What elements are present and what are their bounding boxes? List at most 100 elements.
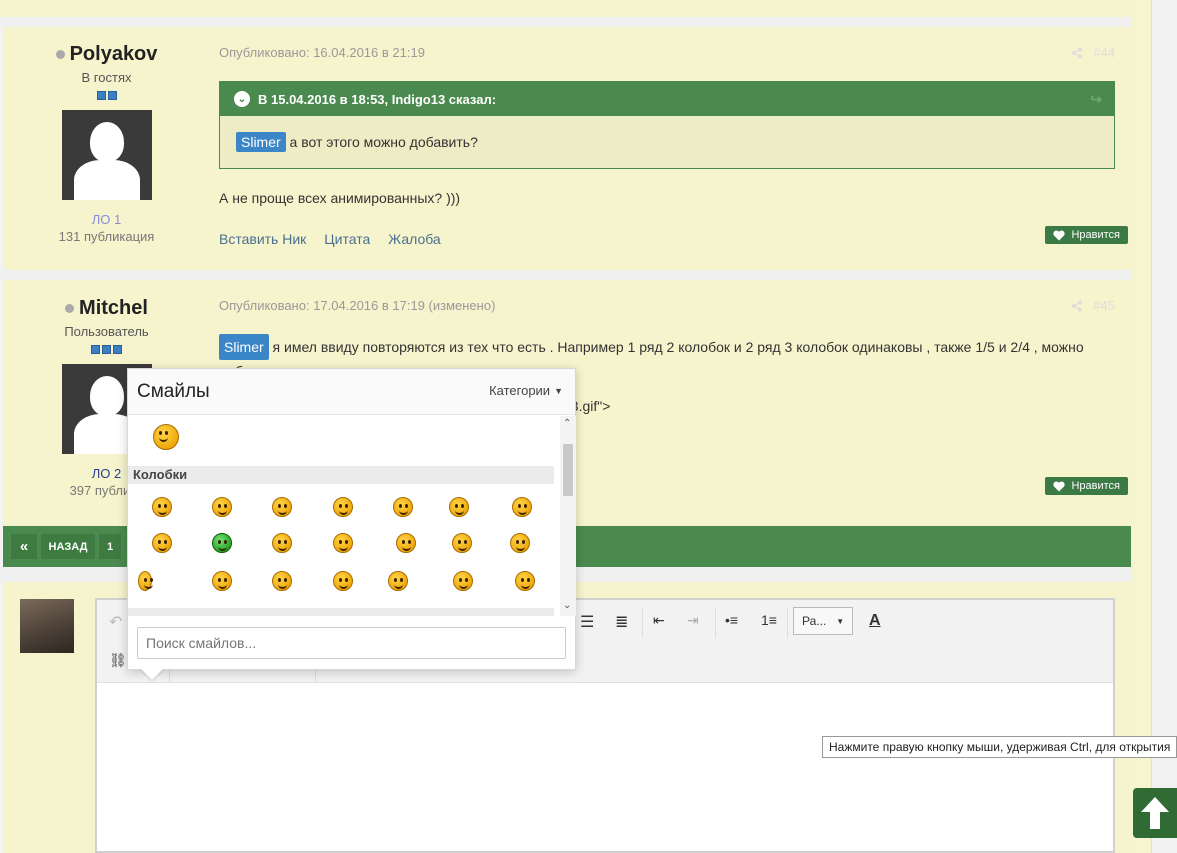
quote-block: ⌄ В 15.04.2016 в 18:53, Indigo13 сказал:…: [219, 81, 1115, 169]
offline-status-icon: [55, 50, 65, 59]
scroll-up-icon[interactable]: ⌃: [563, 418, 571, 429]
font-select[interactable]: Ра... ▼: [793, 607, 853, 635]
post-number-link[interactable]: #45: [1093, 298, 1115, 313]
quote-text: а вот этого можно добавить?: [285, 134, 478, 150]
like-button[interactable]: Нравится: [1045, 226, 1128, 244]
scroll-down-icon[interactable]: ⌄: [563, 600, 571, 611]
first-page-button[interactable]: «: [11, 534, 37, 559]
smiley-item[interactable]: [212, 497, 232, 517]
smiley-item[interactable]: [396, 533, 416, 553]
align-right-icon[interactable]: ☰: [580, 612, 594, 632]
tooltip: Нажмите правую кнопку мыши, удерживая Ct…: [822, 736, 1177, 758]
smiley-item[interactable]: [212, 533, 232, 553]
page-1-button[interactable]: 1: [99, 534, 121, 559]
align-justify-icon[interactable]: ≣: [615, 612, 628, 632]
smiley-item[interactable]: [512, 497, 532, 517]
prev-page-button[interactable]: НАЗАД: [41, 534, 95, 559]
post-meta: Опубликовано: 17.04.2016 в 17:19 (измене…: [219, 298, 1115, 313]
smiley-item[interactable]: [272, 497, 292, 517]
smiley-search-input[interactable]: [137, 627, 566, 659]
window-scrollbar[interactable]: [1151, 0, 1177, 853]
user-mention[interactable]: Slimer: [219, 334, 269, 360]
smiley-item[interactable]: [212, 571, 232, 591]
caret-down-icon: ▼: [836, 616, 845, 626]
like-label: Нравится: [1071, 229, 1120, 241]
author-name[interactable]: Polyakov: [3, 43, 210, 66]
toolbar-divider: [715, 608, 716, 638]
quote-body: Slimer а вот этого можно добавить?: [220, 116, 1114, 168]
smiley-category-label: [128, 608, 554, 616]
categories-dropdown[interactable]: Категории ▼: [489, 383, 563, 398]
report-link[interactable]: Жалоба: [388, 231, 440, 247]
reputation-pips: [3, 345, 210, 354]
bullet-list-icon[interactable]: •≡: [725, 612, 738, 628]
post-divider: [0, 17, 1131, 27]
smiley-item[interactable]: [449, 497, 469, 517]
post-content: Опубликовано: 16.04.2016 в 21:19 #44 ⌄ В…: [219, 27, 1115, 247]
numbered-list-icon[interactable]: 1≡: [761, 612, 777, 628]
smiley-list-scrollbar[interactable]: ⌃ ⌄: [560, 416, 576, 616]
quote-link[interactable]: Цитата: [324, 231, 370, 247]
smiley-item[interactable]: [152, 497, 172, 517]
smiley-item[interactable]: [393, 497, 413, 517]
smiley-item[interactable]: [272, 571, 292, 591]
rank-pip-icon: [96, 91, 106, 100]
author-name[interactable]: Mitchel: [3, 297, 210, 320]
share-icon[interactable]: [1071, 47, 1083, 59]
popup-pointer: [140, 668, 164, 680]
smiley-item[interactable]: [138, 571, 153, 591]
share-icon[interactable]: [1071, 300, 1083, 312]
smiley-picker-header: Смайлы Категории ▼: [128, 369, 575, 415]
rank-pip-icon: [113, 345, 122, 354]
indent-icon[interactable]: ⇥: [687, 612, 699, 629]
rank-pip-icon: [91, 345, 100, 354]
smiley-picker-title: Смайлы: [137, 381, 210, 402]
smiley-item[interactable]: [452, 533, 472, 553]
reply-arrow-icon[interactable]: ↪: [1090, 91, 1102, 108]
smiley-item[interactable]: [333, 497, 353, 517]
smiley-list: Колобки: [128, 416, 560, 616]
smiley-item[interactable]: [453, 571, 473, 591]
font-color-icon[interactable]: A: [869, 612, 881, 630]
right-margin: [1131, 0, 1151, 853]
scroll-to-top-button[interactable]: [1133, 788, 1177, 838]
smiley-item[interactable]: [510, 533, 530, 553]
author-group: Пользователь: [64, 324, 149, 339]
smiley-item[interactable]: [515, 571, 535, 591]
outdent-icon[interactable]: ⇤: [653, 612, 665, 629]
smiley-item[interactable]: [272, 533, 292, 553]
author-name-text[interactable]: Mitchel: [79, 297, 148, 320]
author-name-text[interactable]: Polyakov: [70, 43, 158, 66]
post-body-text: А не проще всех анимированных? ))): [219, 190, 461, 206]
post-number-link[interactable]: #44: [1093, 45, 1115, 60]
undo-icon[interactable]: ↶: [109, 612, 122, 632]
smiley-item[interactable]: [153, 424, 179, 450]
smiley-item[interactable]: [333, 571, 353, 591]
smiley-item[interactable]: [333, 533, 353, 553]
user-mention[interactable]: Slimer: [236, 132, 286, 152]
reputation-pips: [3, 91, 210, 100]
rank-pip-icon: [102, 345, 111, 354]
post-content: Опубликовано: 17.04.2016 в 17:19 (измене…: [219, 280, 1115, 414]
smiley-item[interactable]: [152, 533, 172, 553]
author-group: В гостях: [81, 70, 132, 85]
insert-nick-link[interactable]: Вставить Ник: [219, 231, 306, 247]
categories-label: Категории: [489, 383, 551, 398]
avatar[interactable]: [61, 110, 152, 200]
like-button[interactable]: Нравится: [1045, 477, 1128, 495]
smiley-item[interactable]: [388, 571, 408, 591]
heart-icon: [1053, 230, 1066, 240]
post-meta: Опубликовано: 16.04.2016 в 21:19 #44: [219, 45, 1115, 60]
post-date: Опубликовано: 17.04.2016 в 17:19 (измене…: [219, 298, 496, 313]
font-select-value: Ра...: [802, 614, 827, 628]
chevron-down-icon[interactable]: ⌄: [234, 91, 250, 107]
toolbar-divider: [787, 608, 788, 638]
post-divider: [0, 270, 1131, 280]
author-rank: ЛО 1: [91, 212, 122, 227]
scroll-thumb[interactable]: [563, 444, 573, 496]
post-date: Опубликовано: 16.04.2016 в 21:19: [219, 45, 425, 60]
link-icon[interactable]: ⛓: [109, 652, 127, 669]
like-label: Нравится: [1071, 480, 1120, 492]
quote-header[interactable]: ⌄ В 15.04.2016 в 18:53, Indigo13 сказал:…: [220, 82, 1114, 116]
current-user-avatar[interactable]: [20, 599, 74, 653]
